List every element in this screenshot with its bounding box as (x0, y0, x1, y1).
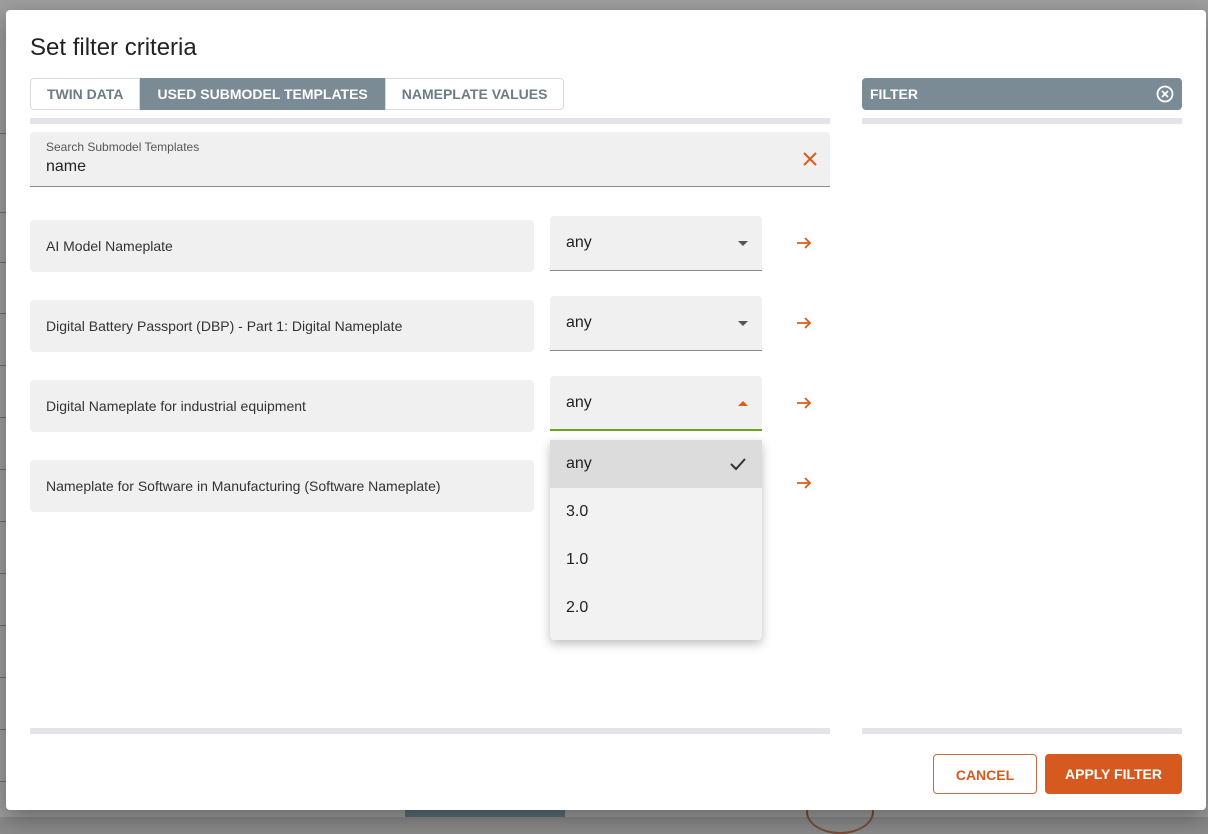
caret-up-icon (738, 401, 748, 406)
search-input[interactable] (46, 158, 746, 176)
option-label: 3.0 (566, 503, 589, 520)
template-name-software-nameplate: Nameplate for Software in Manufacturing … (30, 460, 534, 512)
option-label: 2.0 (566, 599, 589, 616)
search-label: Search Submodel Templates (46, 140, 200, 154)
dropdown-option-2-0[interactable]: 2.0 (550, 584, 762, 632)
check-icon (730, 458, 746, 471)
content-top-divider (30, 118, 830, 124)
version-select-digital-nameplate-industrial[interactable]: any (550, 376, 762, 431)
dropdown-option-3-0[interactable]: 3.0 (550, 488, 762, 536)
filter-tabs: TWIN DATA USED SUBMODEL TEMPLATES NAMEPL… (30, 78, 565, 110)
filter-bottom-divider (862, 728, 1182, 734)
search-field[interactable]: Search Submodel Templates (30, 132, 830, 187)
dialog-title: Set filter criteria (30, 34, 197, 61)
arrow-right-icon[interactable] (794, 233, 814, 253)
caret-down-icon (738, 321, 748, 326)
arrow-right-icon[interactable] (794, 393, 814, 413)
option-label: 1.0 (566, 551, 589, 568)
template-name-digital-battery-passport: Digital Battery Passport (DBP) - Part 1:… (30, 300, 534, 352)
arrow-right-icon[interactable] (794, 313, 814, 333)
version-select-value: any (566, 314, 592, 331)
version-select-digital-battery-passport[interactable]: any (550, 296, 762, 351)
tab-used-submodel-templates[interactable]: USED SUBMODEL TEMPLATES (140, 78, 385, 110)
tab-nameplate-values[interactable]: NAMEPLATE VALUES (384, 78, 565, 110)
template-name-ai-model-nameplate: AI Model Nameplate (30, 220, 534, 272)
version-select-ai-model-nameplate[interactable]: any (550, 216, 762, 271)
close-icon[interactable] (800, 149, 820, 169)
version-select-value: any (566, 394, 592, 411)
apply-filter-button[interactable]: APPLY FILTER (1045, 754, 1182, 794)
version-select-value: any (566, 234, 592, 251)
dropdown-option-1-0[interactable]: 1.0 (550, 536, 762, 584)
arrow-right-icon[interactable] (794, 473, 814, 493)
circle-close-icon[interactable] (1156, 85, 1174, 103)
filter-dialog: Set filter criteria TWIN DATA USED SUBMO… (6, 10, 1206, 810)
filter-top-divider (862, 118, 1182, 124)
filter-panel-title: FILTER (870, 86, 918, 102)
cancel-button[interactable]: CANCEL (933, 754, 1037, 794)
content-bottom-divider (30, 728, 830, 734)
caret-down-icon (738, 241, 748, 246)
option-label: any (566, 455, 592, 472)
version-dropdown-panel: any 3.0 1.0 2.0 (550, 440, 762, 640)
tab-twin-data[interactable]: TWIN DATA (30, 78, 141, 110)
filter-panel-header: FILTER (862, 78, 1182, 110)
template-name-digital-nameplate-industrial: Digital Nameplate for industrial equipme… (30, 380, 534, 432)
dropdown-option-any[interactable]: any (550, 440, 762, 488)
